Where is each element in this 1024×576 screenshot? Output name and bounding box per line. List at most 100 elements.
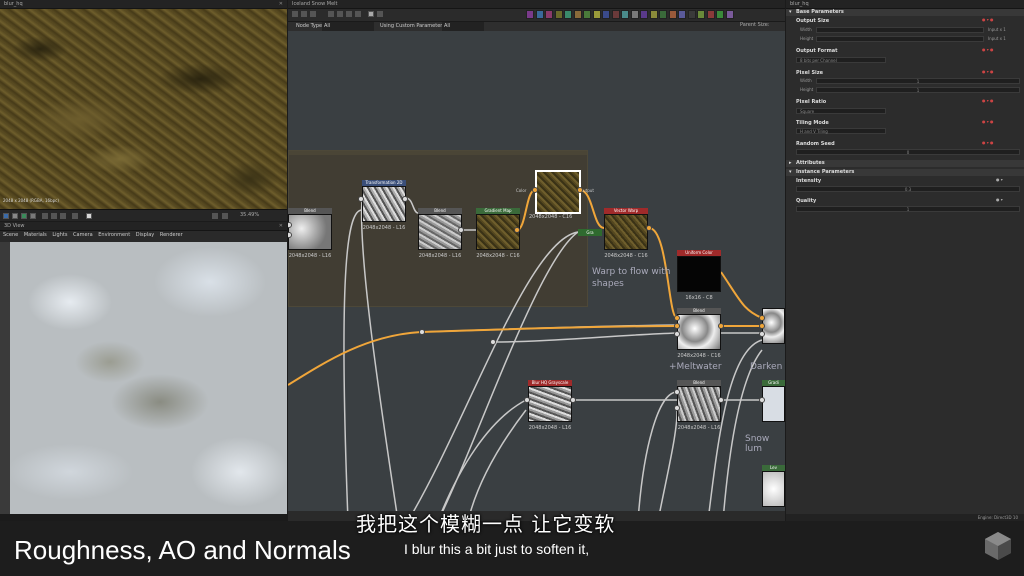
reset-icon[interactable]: ● ▾ ● (982, 17, 994, 22)
wire-dot[interactable] (490, 339, 496, 345)
3d-view-title: 3D View (0, 222, 287, 231)
reset-icon[interactable]: ● ▾ ● (982, 119, 994, 124)
close-icon[interactable]: ✕ (279, 222, 283, 231)
input-pin[interactable] (674, 405, 680, 411)
wire-dot[interactable] (419, 329, 425, 335)
input-pin[interactable] (674, 331, 680, 337)
node-levels-right[interactable]: Lev (762, 465, 785, 507)
output-pin[interactable] (718, 397, 724, 403)
input-pin[interactable] (532, 187, 538, 193)
menu-lights[interactable]: Lights (52, 232, 67, 238)
channel-icon[interactable] (3, 213, 9, 219)
menu-renderer[interactable]: Renderer (160, 232, 183, 238)
zoom-level[interactable]: 35.49% (240, 212, 259, 218)
alpha-icon[interactable] (30, 213, 36, 219)
width-slider[interactable] (816, 27, 984, 33)
output-pin[interactable] (514, 227, 520, 233)
node-size: 2048x2048 - C16 (604, 253, 648, 259)
3d-tool-strip[interactable] (0, 242, 10, 514)
menu-scene[interactable]: Scene (3, 232, 18, 238)
pixel-size-label: Pixel Size (796, 70, 824, 76)
fit-icon[interactable] (212, 213, 218, 219)
pixel-width-slider[interactable]: 1 (816, 78, 1020, 84)
pixel-height-slider[interactable]: 1 (816, 87, 1020, 93)
collapse-icon[interactable]: ▾ (789, 9, 792, 15)
input-pin[interactable] (759, 331, 765, 337)
output-pin[interactable] (458, 227, 464, 233)
collapse-icon[interactable]: ▾ (789, 169, 792, 175)
node-blend[interactable]: Blend 2048x2048 - C16 (677, 308, 721, 359)
node-transformation-2d[interactable]: Transformation 2D 2048x2048 - L16 (362, 180, 406, 231)
output-pin[interactable] (402, 196, 408, 202)
input-pin[interactable] (674, 315, 680, 321)
input-pin[interactable] (358, 196, 364, 202)
3d-viewport[interactable] (10, 242, 287, 514)
resolution-label: 2048 x 2048 (RGBA, 16bpc) (3, 198, 59, 203)
node-title: Transformation 2D (362, 180, 406, 186)
texture-preview-2d[interactable] (0, 9, 287, 209)
input-pin[interactable] (524, 397, 530, 403)
2d-view-toolbar: 35.49% (0, 209, 287, 221)
input-pin[interactable] (759, 323, 765, 329)
height-relative[interactable]: Input x 1 (988, 36, 1006, 41)
node-size: 2048x2048 - L16 (288, 253, 332, 259)
info-icon[interactable] (72, 213, 78, 219)
histogram-icon[interactable] (60, 213, 66, 219)
expand-icon[interactable]: ▸ (789, 160, 792, 166)
parameters-panel: blur_hq Base Parameters ▾ Output Size ● … (786, 0, 1024, 521)
pixel-ratio-select[interactable]: Square (796, 108, 886, 114)
output-pin[interactable] (570, 397, 576, 403)
input-pin[interactable] (674, 389, 680, 395)
input-pin[interactable] (759, 315, 765, 321)
height-slider[interactable] (816, 36, 984, 42)
menu-environment[interactable]: Environment (98, 232, 130, 238)
node-uniform-color[interactable]: Uniform Color 16x16 - C8 (677, 250, 721, 301)
node-selected-output[interactable] (535, 170, 581, 214)
node-vector-warp[interactable]: Vector Warp 2048x2048 - C16 (604, 208, 648, 259)
node-size: 2048x2048 - C16 (476, 253, 520, 259)
reset-icon[interactable]: ● ▾ (996, 177, 1003, 182)
node-blend-right[interactable] (762, 308, 785, 344)
intensity-label: Intensity (796, 178, 822, 184)
intensity-slider[interactable]: 0.3 (796, 186, 1020, 192)
section-base-parameters[interactable]: Base Parameters (786, 9, 1024, 16)
zoom-icon[interactable] (222, 213, 228, 219)
output-pin[interactable] (646, 225, 652, 231)
color-icon[interactable] (42, 213, 48, 219)
output-pin[interactable] (577, 187, 583, 193)
reset-icon[interactable]: ● ▾ ● (982, 98, 994, 103)
grid-icon[interactable] (21, 213, 27, 219)
output-format-select[interactable]: 8 bits per Channel (796, 57, 886, 63)
menu-display[interactable]: Display (136, 232, 154, 238)
node-gradient-right[interactable]: Gradi (762, 380, 785, 422)
node-blend[interactable]: Blend 2048x2048 - L16 (677, 380, 721, 431)
input-pin[interactable] (674, 323, 680, 329)
section-instance-parameters[interactable]: Instance Parameters (786, 169, 1024, 176)
output-pin[interactable] (718, 323, 724, 329)
node-gradient-map[interactable]: Gradient Map 2048x2048 - C16 (476, 208, 520, 259)
tile-icon[interactable] (12, 213, 18, 219)
quality-slider[interactable]: 1 (796, 206, 1020, 212)
reset-icon[interactable]: ● ▾ ● (982, 140, 994, 145)
node-blend[interactable]: Blend 2048x2048 - L16 (288, 208, 332, 259)
input-pin[interactable] (759, 397, 765, 403)
snapshot-icon[interactable] (86, 213, 92, 219)
reset-icon[interactable]: ● ▾ ● (982, 69, 994, 74)
node-blur-hq-grayscale[interactable]: Blur HQ Grayscale 2048x2048 - L16 (528, 380, 572, 431)
reset-icon[interactable]: ● ▾ ● (982, 47, 994, 52)
reset-icon[interactable]: ● ▾ (996, 197, 1003, 202)
section-attributes[interactable]: Attributes (786, 160, 1024, 167)
node-size: 2048x2048 - L16 (677, 425, 721, 431)
view-icon[interactable] (51, 213, 57, 219)
graph-panel: Iceland Snow Melt Node Type All Using Cu… (288, 0, 785, 521)
pin-label-color: Color (516, 188, 527, 193)
width-relative[interactable]: Input x 1 (988, 27, 1006, 32)
random-seed-slider[interactable]: 0 (796, 149, 1020, 155)
node-blend[interactable]: Blend 2048x2048 - L16 (418, 208, 462, 259)
menu-camera[interactable]: Camera (73, 232, 93, 238)
close-icon[interactable]: ✕ (279, 0, 283, 9)
tiling-mode-select[interactable]: H and V Tiling (796, 128, 886, 134)
pixel-ratio-label: Pixel Ratio (796, 99, 827, 105)
menu-materials[interactable]: Materials (24, 232, 47, 238)
node-small-gradient[interactable]: Gra (578, 229, 602, 236)
